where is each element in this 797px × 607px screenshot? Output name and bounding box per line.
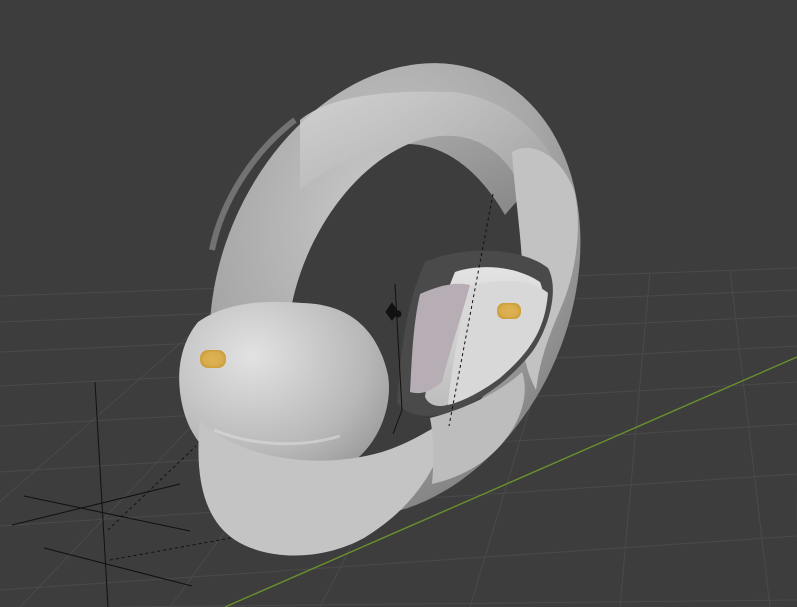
headlight-right xyxy=(497,303,521,319)
3d-viewport[interactable] xyxy=(0,0,797,607)
origin-point-icon[interactable] xyxy=(394,310,402,318)
headlight-left xyxy=(200,350,226,368)
viewport-canvas[interactable] xyxy=(0,0,797,607)
